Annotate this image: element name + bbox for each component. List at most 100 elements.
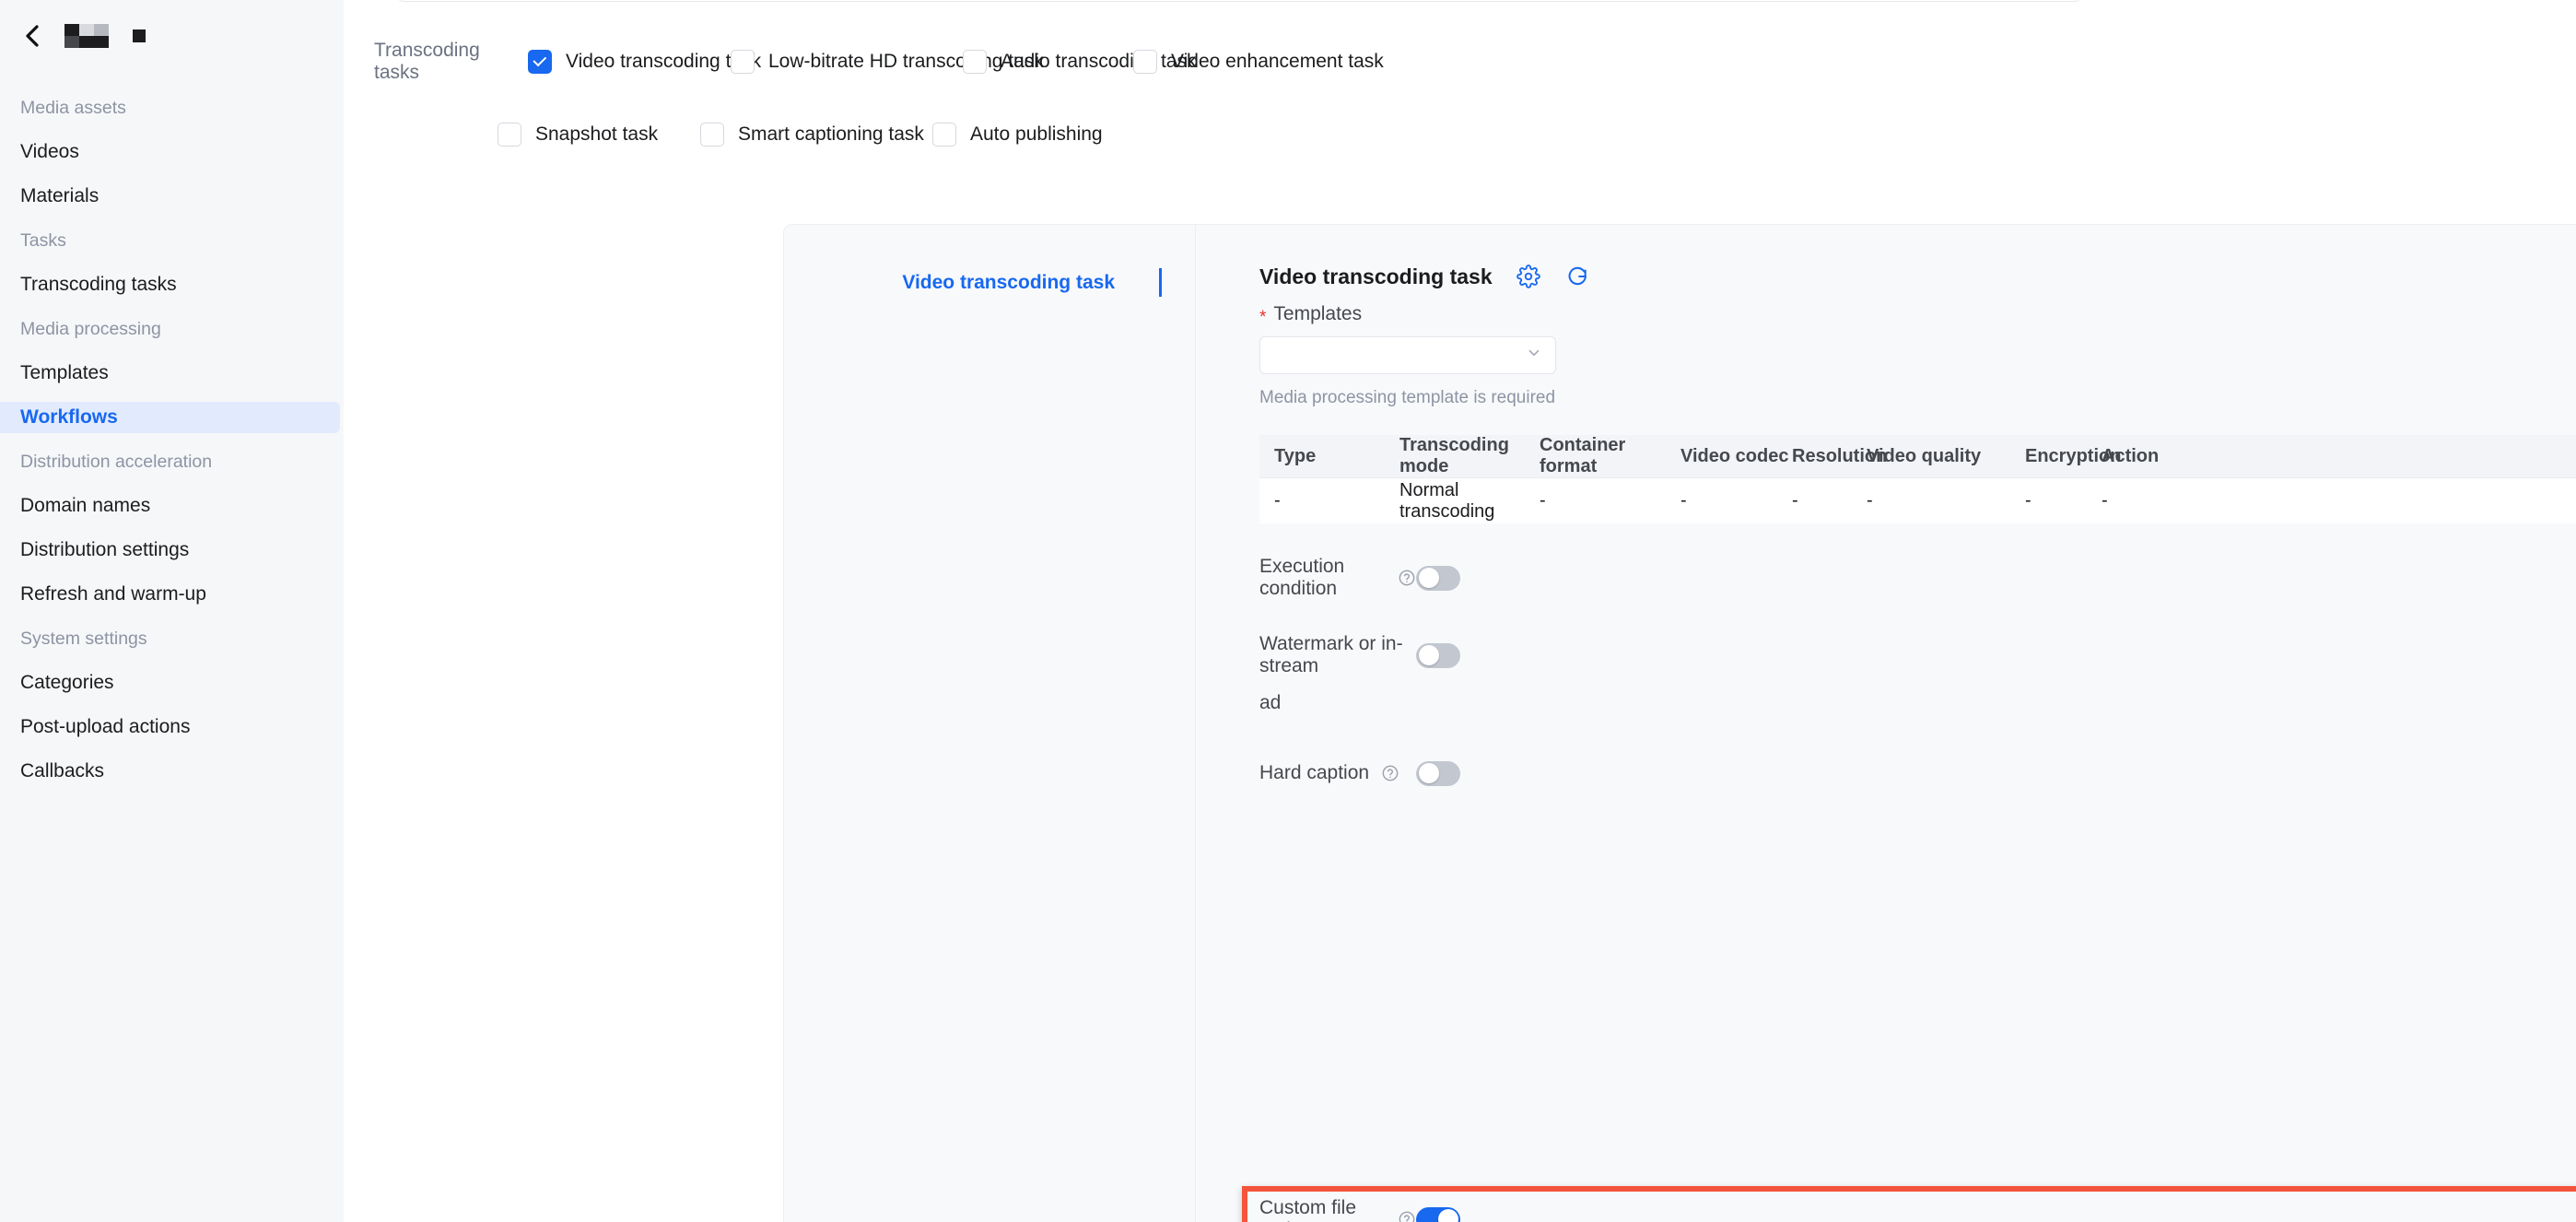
chevron-down-icon[interactable] bbox=[1526, 345, 1542, 366]
sidebar-header bbox=[0, 0, 344, 72]
execution-condition-toggle[interactable] bbox=[1416, 565, 1460, 591]
transcoding-output-table: Type Transcoding mode Container format V… bbox=[1259, 435, 2576, 523]
hard-caption-row: Hard caption bbox=[1259, 755, 2576, 792]
checkbox-box[interactable] bbox=[498, 123, 521, 147]
watermark-row: Watermark or in-stream bbox=[1259, 633, 2576, 676]
checkbox-label: Snapshot task bbox=[535, 123, 659, 145]
sidebar-item-workflows[interactable]: Workflows bbox=[0, 402, 340, 433]
templates-hint: Media processing template is required bbox=[1259, 388, 1556, 407]
sidebar-item-videos[interactable]: Videos bbox=[0, 136, 340, 168]
custom-file-path-label: Custom file path bbox=[1259, 1197, 1357, 1222]
table-header-container-format: Container format bbox=[1540, 435, 1626, 476]
table-cell-container-format: - bbox=[1540, 490, 1546, 511]
checkbox-label: Smart captioning task bbox=[738, 123, 924, 145]
transcoding-tasks-row-1: Transcoding tasks Video transcoding task… bbox=[344, 40, 2576, 83]
custom-file-path-label-group: Custom file path bbox=[1259, 1197, 1416, 1222]
templates-select[interactable] bbox=[1259, 336, 1556, 374]
table-header-encryption: Encryption bbox=[2025, 445, 2122, 466]
sidebar-group-tasks: Tasks bbox=[20, 230, 66, 251]
sidebar-group-distribution-acceleration: Distribution acceleration bbox=[20, 452, 213, 472]
sidebar-group-media-processing: Media processing bbox=[20, 319, 161, 339]
hard-caption-label: Hard caption bbox=[1259, 762, 1370, 783]
chevron-left-icon[interactable] bbox=[20, 24, 44, 48]
templates-label-text: Templates bbox=[1273, 303, 1363, 324]
checkbox-smart-captioning-task[interactable]: Smart captioning task bbox=[700, 123, 932, 147]
toggle-knob bbox=[1418, 645, 1439, 665]
table-header-transcoding-mode: Transcoding mode bbox=[1399, 435, 1509, 476]
execution-condition-row: Execution condition bbox=[1259, 556, 2576, 599]
checkbox-audio-transcoding-task[interactable]: Audio transcoding task bbox=[963, 50, 1196, 74]
checkbox-low-bitrate-hd-transcoding-task[interactable]: Low-bitrate HD transcoding task bbox=[731, 50, 1044, 74]
checkbox-auto-publishing[interactable]: Auto publishing bbox=[932, 123, 1103, 147]
gear-icon[interactable] bbox=[1516, 264, 1541, 289]
task-list-item-video-transcoding-task[interactable]: Video transcoding task bbox=[784, 268, 1195, 297]
table-cell-video-codec: - bbox=[1680, 490, 1687, 511]
task-detail-header: Video transcoding task bbox=[1259, 264, 2576, 289]
toggle-knob bbox=[1437, 1209, 1458, 1222]
sidebar-item-materials[interactable]: Materials bbox=[0, 181, 340, 212]
checkbox-video-enhancement-task[interactable]: Video enhancement task bbox=[1133, 50, 1384, 74]
checkbox-box[interactable] bbox=[1133, 50, 1157, 74]
templates-field-label: * Templates bbox=[1259, 303, 2576, 327]
sidebar-item-distribution-settings[interactable]: Distribution settings bbox=[0, 535, 340, 566]
checkbox-video-transcoding-task[interactable]: Video transcoding task bbox=[528, 50, 761, 74]
table-header-video-codec: Video codec bbox=[1680, 445, 1789, 466]
logo-mark bbox=[64, 24, 146, 48]
custom-file-path-row: Custom file path bbox=[1259, 1197, 2576, 1222]
checkbox-label: Auto publishing bbox=[970, 123, 1103, 145]
table-header-resolution: Resolution bbox=[1792, 445, 1888, 466]
sidebar-item-post-upload-actions[interactable]: Post-upload actions bbox=[0, 711, 340, 743]
hard-caption-toggle[interactable] bbox=[1416, 760, 1460, 786]
task-detail-title: Video transcoding task bbox=[1259, 264, 1493, 288]
logo-square-icon bbox=[133, 29, 146, 42]
sidebar: Media assets Videos Materials Tasks Tran… bbox=[0, 0, 344, 1222]
checkbox-box-checked[interactable] bbox=[528, 50, 552, 74]
sidebar-group-system-settings: System settings bbox=[20, 629, 147, 649]
task-list-item-label: Video transcoding task bbox=[902, 271, 1115, 293]
execution-condition-label-group: Execution condition bbox=[1259, 556, 1416, 600]
transcoding-tasks-field: Transcoding tasks Video transcoding task… bbox=[344, 0, 2576, 155]
card-top-edge bbox=[398, 0, 2080, 2]
custom-file-path-toggle[interactable] bbox=[1416, 1206, 1460, 1222]
sidebar-item-transcoding-tasks[interactable]: Transcoding tasks bbox=[0, 269, 340, 300]
watermark-label: Watermark or in-stream bbox=[1259, 633, 1403, 676]
help-icon[interactable] bbox=[1381, 764, 1399, 782]
toggle-knob bbox=[1418, 763, 1439, 783]
checkbox-box[interactable] bbox=[963, 50, 987, 74]
table-cell-encryption: - bbox=[2025, 490, 2032, 511]
transcoding-tasks-label: Transcoding tasks bbox=[374, 40, 480, 83]
table-header-action: Action bbox=[2102, 445, 2160, 466]
task-list-item-indicator bbox=[1159, 268, 1162, 297]
required-mark: * bbox=[1259, 307, 1267, 327]
help-icon[interactable] bbox=[1398, 569, 1416, 587]
table-header-row: Type Transcoding mode Container format V… bbox=[1259, 435, 2576, 478]
task-list-pane: Video transcoding task bbox=[784, 225, 1196, 1222]
sidebar-item-refresh-and-warm-up[interactable]: Refresh and warm-up bbox=[0, 579, 340, 610]
main-content: Transcoding tasks Video transcoding task… bbox=[344, 0, 2576, 1222]
table-cell-transcoding-mode: Normal transcoding bbox=[1399, 479, 1495, 522]
logo-grid-icon bbox=[64, 24, 109, 48]
sidebar-item-callbacks[interactable]: Callbacks bbox=[0, 756, 340, 787]
checkbox-box[interactable] bbox=[700, 123, 724, 147]
checkbox-box[interactable] bbox=[731, 50, 755, 74]
watermark-label-continuation: ad bbox=[1259, 692, 1282, 713]
checkbox-box[interactable] bbox=[932, 123, 956, 147]
refresh-icon[interactable] bbox=[1564, 264, 1590, 289]
watermark-label-group: Watermark or in-stream bbox=[1259, 633, 1416, 677]
checkbox-label: Video enhancement task bbox=[1171, 51, 1384, 72]
table-header-video-quality: Video quality bbox=[1867, 445, 1982, 466]
task-detail-pane: Video transcoding task * Templates Media… bbox=[1196, 225, 2576, 1222]
checkbox-snapshot-task[interactable]: Snapshot task bbox=[498, 123, 700, 147]
hard-caption-label-group: Hard caption bbox=[1259, 762, 1416, 784]
custom-file-path-section: Custom file path The file path supports … bbox=[1259, 1197, 2576, 1222]
table-cell-type: - bbox=[1274, 490, 1281, 511]
sidebar-item-domain-names[interactable]: Domain names bbox=[0, 490, 340, 522]
transcoding-tasks-row-2: Snapshot task Smart captioning task Auto… bbox=[344, 114, 2576, 155]
sidebar-group-media-assets: Media assets bbox=[20, 98, 126, 118]
app-root: Media assets Videos Materials Tasks Tran… bbox=[0, 0, 2576, 1222]
watermark-toggle[interactable] bbox=[1416, 642, 1460, 668]
help-icon[interactable] bbox=[1398, 1210, 1416, 1222]
sidebar-item-categories[interactable]: Categories bbox=[0, 667, 340, 699]
sidebar-item-templates[interactable]: Templates bbox=[0, 358, 340, 389]
table-row: - Normal transcoding - - - - - - bbox=[1259, 478, 2576, 523]
